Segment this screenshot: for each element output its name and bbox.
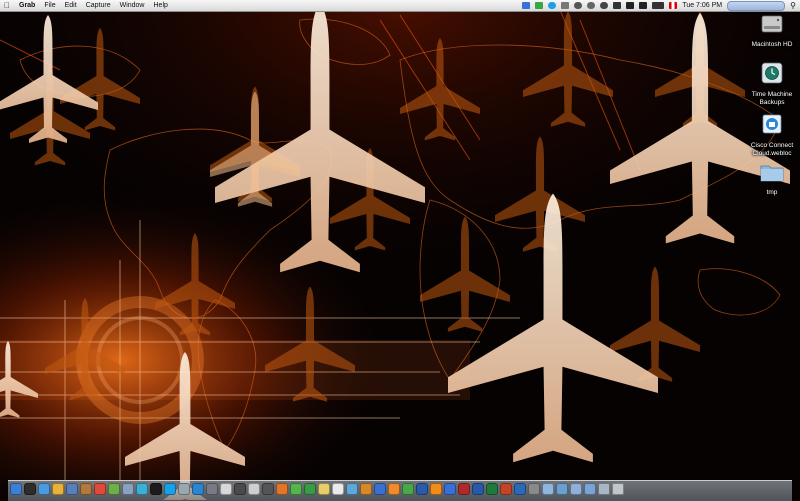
dock-dropbox-icon[interactable] [444,483,456,495]
dock-excel-icon[interactable] [486,483,498,495]
dock-maps-icon[interactable] [346,483,358,495]
hard-drive-icon [761,15,783,33]
dock-grab-icon[interactable] [178,483,190,495]
canada-flag-icon[interactable] [669,2,678,9]
dock-reminders-icon[interactable] [332,483,344,495]
desktop-icon-label: tmp [766,189,778,196]
menu-clock[interactable]: Tue 7:06 PM [682,0,722,11]
menu-window[interactable]: Window [120,0,145,11]
desktop-wallpaper [0,0,800,500]
dock-items [10,483,624,495]
dock-preview-icon[interactable] [122,483,134,495]
folder-icon [760,165,784,182]
dock-app-store-icon[interactable] [192,483,204,495]
dock-xcode-icon[interactable] [416,483,428,495]
dock-folder-icon[interactable] [542,483,554,495]
sync-menu-icon[interactable] [587,2,596,9]
dock-mail-icon[interactable] [66,483,78,495]
time-machine-icon [761,62,783,84]
dock-safari-icon[interactable] [38,483,50,495]
apple-menu-icon[interactable]:  [4,0,10,11]
menu-bar:  Grab File Edit Capture Window Help Tue… [0,0,800,12]
dock-finder-icon[interactable] [10,483,22,495]
wifi-menu-icon[interactable] [626,2,635,9]
desktop-icon-tmp[interactable]: tmp [744,162,800,197]
dock-notes-icon[interactable] [318,483,330,495]
dock [8,480,792,501]
desktop-icon-macintosh-hd[interactable]: Macintosh HD [744,14,800,49]
desktop-icon-label: Macintosh HD [751,41,793,48]
dock-keynote-icon[interactable] [374,483,386,495]
app-menu-grab[interactable]: Grab [19,0,35,11]
time-machine-menu-icon[interactable] [600,2,609,9]
dock-applications-icon[interactable] [584,483,596,495]
menu-help[interactable]: Help [154,0,168,11]
dock-stack-icon[interactable] [598,483,610,495]
dock-pages-icon[interactable] [388,483,400,495]
dock-system-preferences-icon[interactable] [206,483,218,495]
desktop-icon-time-machine-backups[interactable]: Time Machine Backups [744,62,800,106]
dock-facetime-icon[interactable] [304,483,316,495]
dropbox-menu-icon[interactable] [522,2,531,9]
dock-console-icon[interactable] [248,483,260,495]
battery-menu-icon[interactable] [652,2,665,9]
dock-powerpoint-icon[interactable] [500,483,512,495]
volume-menu-icon[interactable] [639,2,648,9]
dock-downloads-icon[interactable] [556,483,568,495]
spotlight-search-icon[interactable]: ⚲ [790,0,796,11]
menu-edit[interactable]: Edit [65,0,77,11]
dock-word-icon[interactable] [472,483,484,495]
dock-vlc-icon[interactable] [430,483,442,495]
dock-calendar-icon[interactable] [94,483,106,495]
dock-chrome-icon[interactable] [52,483,64,495]
dock-messages-icon[interactable] [290,483,302,495]
desktop-icon-label: Cisco Connect Cloud.webloc [750,142,794,157]
dock-numbers-icon[interactable] [402,483,414,495]
desktop-icon-label: Time Machine Backups [751,91,793,106]
dock-ibooks-icon[interactable] [360,483,372,495]
cloud-menu-icon[interactable] [561,2,570,9]
dock-itunes-icon[interactable] [136,483,148,495]
dock-photos-icon[interactable] [108,483,120,495]
dock-dashboard-icon[interactable] [24,483,36,495]
dock-filezilla-icon[interactable] [458,483,470,495]
menu-file[interactable]: File [44,0,55,11]
dock-activity-monitor-icon[interactable] [234,483,246,495]
dock-firefox-icon[interactable] [276,483,288,495]
desktop-icon-cisco-connect-cloud[interactable]: Cisco Connect Cloud.webloc [744,113,800,157]
dock-textedit-icon[interactable] [220,483,232,495]
dock-skype-icon[interactable] [164,483,176,495]
evernote-menu-icon[interactable] [535,2,544,9]
dock-terminal-icon[interactable] [150,483,162,495]
spotlight-field[interactable] [727,0,786,11]
dock-vmware-icon[interactable] [528,483,540,495]
dock-trash-icon[interactable] [612,483,624,495]
dock-documents-icon[interactable] [570,483,582,495]
webloc-icon [762,114,782,134]
gear-menu-icon[interactable] [574,2,583,9]
dock-contacts-icon[interactable] [80,483,92,495]
dock-outlook-icon[interactable] [514,483,526,495]
skype-menu-icon[interactable] [548,2,557,9]
menu-capture[interactable]: Capture [86,0,111,11]
bluetooth-menu-icon[interactable] [613,2,622,9]
dock-calculator-icon[interactable] [262,483,274,495]
